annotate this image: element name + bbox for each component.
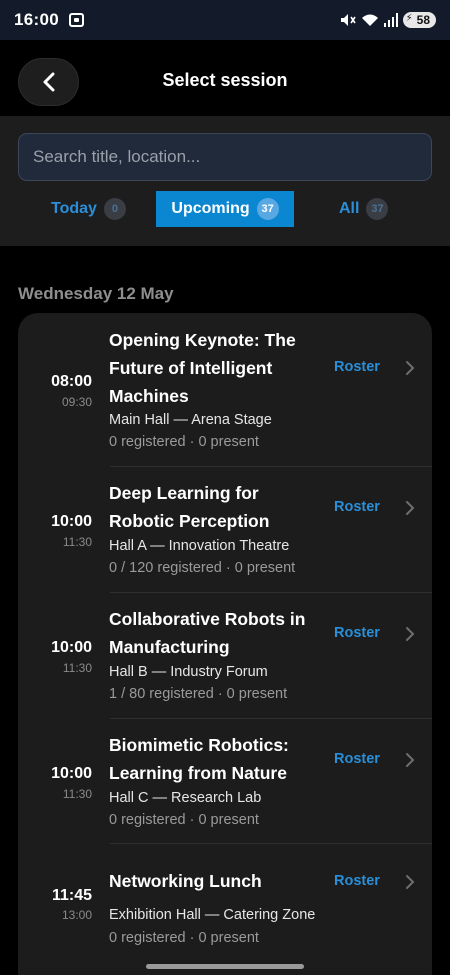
session-registration-count: 1 / 80 registered · 0 present [109,686,288,702]
session-location: Hall C — Research Lab [109,790,262,806]
session-list: 08:00 09:30 Opening Keynote: The Future … [18,313,432,975]
session-title: Deep Learning for Robotic Perception [109,483,270,531]
tab-today-count-badge: 0 [103,198,126,220]
roster-link[interactable]: Roster [334,873,380,889]
session-start-time: 10:00 [51,513,92,530]
chevron-right-icon[interactable] [404,626,416,642]
chevron-right-icon[interactable] [404,752,416,768]
page-title: Select session [162,70,288,90]
session-start-time: 08:00 [51,373,92,390]
session-title: Collaborative Robots in Manufacturing [109,609,306,657]
session-row[interactable]: 11:45 13:00 Networking Lunch Exhibition … [18,844,432,975]
session-end-time: 11:30 [62,787,92,801]
session-start-time: 11:45 [51,887,92,904]
session-title: Networking Lunch [109,871,262,891]
session-end-time: 11:30 [62,661,92,675]
status-bar: 16:00 58 [0,0,450,40]
status-time: 16:00 [14,10,59,29]
session-title: Biomimetic Robotics: Learning from Natur… [109,735,289,783]
session-end-time: 13:00 [61,908,92,922]
wifi-icon [361,14,378,26]
status-icons: 58 [340,12,436,28]
session-start-time: 10:00 [51,639,92,656]
signal-icon [383,13,398,27]
roster-link[interactable]: Roster [334,359,380,375]
session-registration-count: 0 registered · 0 present [109,434,259,450]
session-location: Hall A — Innovation Theatre [109,538,290,554]
session-start-time: 10:00 [51,765,92,782]
chevron-right-icon[interactable] [404,874,416,890]
home-gesture-bar[interactable] [146,964,304,969]
battery-level: 58 [416,13,430,27]
session-registration-count: 0 registered · 0 present [109,930,259,946]
session-end-time: 09:30 [61,395,92,409]
tab-upcoming[interactable]: Upcoming 37 [156,191,294,227]
tab-today-label: Today [51,200,97,217]
session-row[interactable]: 08:00 09:30 Opening Keynote: The Future … [18,313,432,467]
filter-panel: Today 0 Upcoming 37 All 37 [0,116,450,246]
search-field[interactable] [18,133,432,181]
battery-icon: 58 [402,12,436,28]
search-input[interactable] [33,134,417,180]
chevron-right-icon[interactable] [404,500,416,516]
session-row[interactable]: 10:00 11:30 Collaborative Robots in Manu… [18,593,432,719]
session-registration-count: 0 / 120 registered · 0 present [109,560,296,576]
tab-all-count-badge: 37 [366,198,389,220]
session-location: Hall B — Industry Forum [109,664,268,680]
session-location: Exhibition Hall — Catering Zone [109,907,316,923]
session-row[interactable]: 10:00 11:30 Deep Learning for Robotic Pe… [18,467,432,593]
chevron-right-icon[interactable] [404,360,416,376]
tab-today[interactable]: Today 0 [51,191,127,227]
session-location: Main Hall — Arena Stage [109,412,272,428]
tab-all[interactable]: All 37 [339,191,399,227]
tab-upcoming-count-badge: 37 [256,198,279,220]
session-row[interactable]: 10:00 11:30 Biomimetic Robotics: Learnin… [18,719,432,844]
app-header: Select session [0,40,450,116]
roster-link[interactable]: Roster [334,625,380,641]
date-heading: Wednesday 12 May [18,284,174,303]
roster-link[interactable]: Roster [334,751,380,767]
session-end-time: 11:30 [62,535,92,549]
tab-upcoming-label: Upcoming [171,200,250,217]
tab-all-label: All [339,200,360,217]
screenshot-icon [68,13,84,27]
roster-link[interactable]: Roster [334,499,380,515]
mute-icon [340,14,356,26]
session-registration-count: 0 registered · 0 present [109,812,259,828]
session-title: Opening Keynote: The Future of Intellige… [109,330,296,406]
